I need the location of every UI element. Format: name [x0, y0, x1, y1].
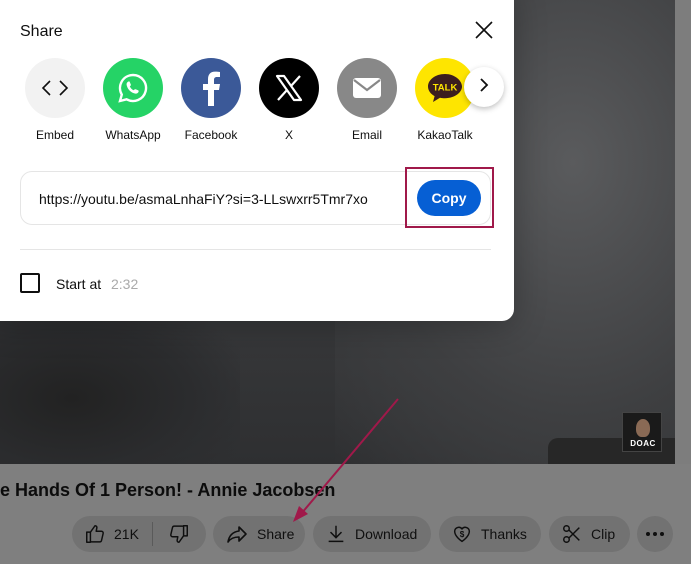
- like-button[interactable]: 21K: [72, 516, 152, 552]
- like-count: 21K: [114, 526, 139, 542]
- whatsapp-icon: [103, 58, 163, 118]
- channel-watermark[interactable]: DOAC: [622, 412, 662, 452]
- dialog-title: Share: [20, 23, 63, 40]
- share-target-label: WhatsApp: [105, 128, 161, 142]
- facebook-icon: [181, 58, 241, 118]
- thumbs-down-icon: [168, 523, 190, 545]
- download-label: Download: [355, 526, 418, 542]
- share-arrow-icon: [225, 522, 249, 546]
- clip-button[interactable]: Clip: [549, 516, 630, 552]
- copy-button[interactable]: Copy: [417, 180, 481, 216]
- chevron-right-icon: [476, 77, 492, 98]
- dislike-button[interactable]: [153, 516, 205, 552]
- share-target-label: Email: [351, 128, 382, 142]
- scrollbar[interactable]: [675, 0, 691, 464]
- clip-label: Clip: [591, 526, 616, 542]
- kakaotalk-badge-text: TALK: [433, 83, 458, 94]
- share-target-whatsapp[interactable]: WhatsApp: [94, 58, 172, 142]
- share-label: Share: [257, 526, 295, 542]
- share-dialog: [0, 0, 514, 321]
- start-at-label: Start at: [56, 276, 102, 292]
- thanks-label: Thanks: [481, 526, 527, 542]
- download-icon: [325, 523, 347, 545]
- share-target-embed[interactable]: Embed: [16, 58, 94, 142]
- thumbs-up-icon: [84, 523, 106, 545]
- start-at-checkbox[interactable]: [20, 273, 40, 293]
- share-target-label: X: [284, 128, 293, 142]
- share-target-email[interactable]: Email: [328, 58, 406, 142]
- video-microphone: [0, 300, 240, 464]
- share-targets: Embed WhatsApp Facebook X Email TALK Kak…: [16, 58, 496, 148]
- share-target-x[interactable]: X: [250, 58, 328, 142]
- channel-watermark-face: [636, 419, 650, 437]
- share-target-label: Facebook: [184, 128, 238, 142]
- more-actions-button[interactable]: [637, 516, 673, 552]
- embed-icon: [25, 58, 85, 118]
- like-dislike-segment: 21K: [72, 516, 206, 552]
- share-target-label: KakaoTalk: [417, 128, 473, 142]
- x-icon: [259, 58, 319, 118]
- channel-watermark-label: DOAC: [630, 439, 656, 448]
- close-button[interactable]: [472, 18, 496, 42]
- email-icon: [337, 58, 397, 118]
- scroll-targets-next-button[interactable]: [464, 67, 504, 107]
- start-at-time-input[interactable]: 2:32: [111, 276, 138, 292]
- share-button[interactable]: Share: [213, 516, 305, 552]
- svg-text:$: $: [460, 530, 465, 539]
- share-url-text: https://youtu.be/asmaLnhaFiY?si=3-LLswxr…: [39, 191, 368, 207]
- close-icon: [472, 21, 496, 46]
- share-target-facebook[interactable]: Facebook: [172, 58, 250, 142]
- download-button[interactable]: Download: [313, 516, 431, 552]
- more-horizontal-icon: [645, 531, 665, 537]
- video-title: e Hands Of 1 Person! - Annie Jacobsen: [0, 480, 336, 500]
- scissors-icon: [561, 523, 583, 545]
- heart-dollar-icon: $: [451, 523, 473, 545]
- thanks-button[interactable]: $ Thanks: [439, 516, 541, 552]
- share-target-label: Embed: [35, 128, 75, 142]
- dialog-divider: [20, 249, 491, 250]
